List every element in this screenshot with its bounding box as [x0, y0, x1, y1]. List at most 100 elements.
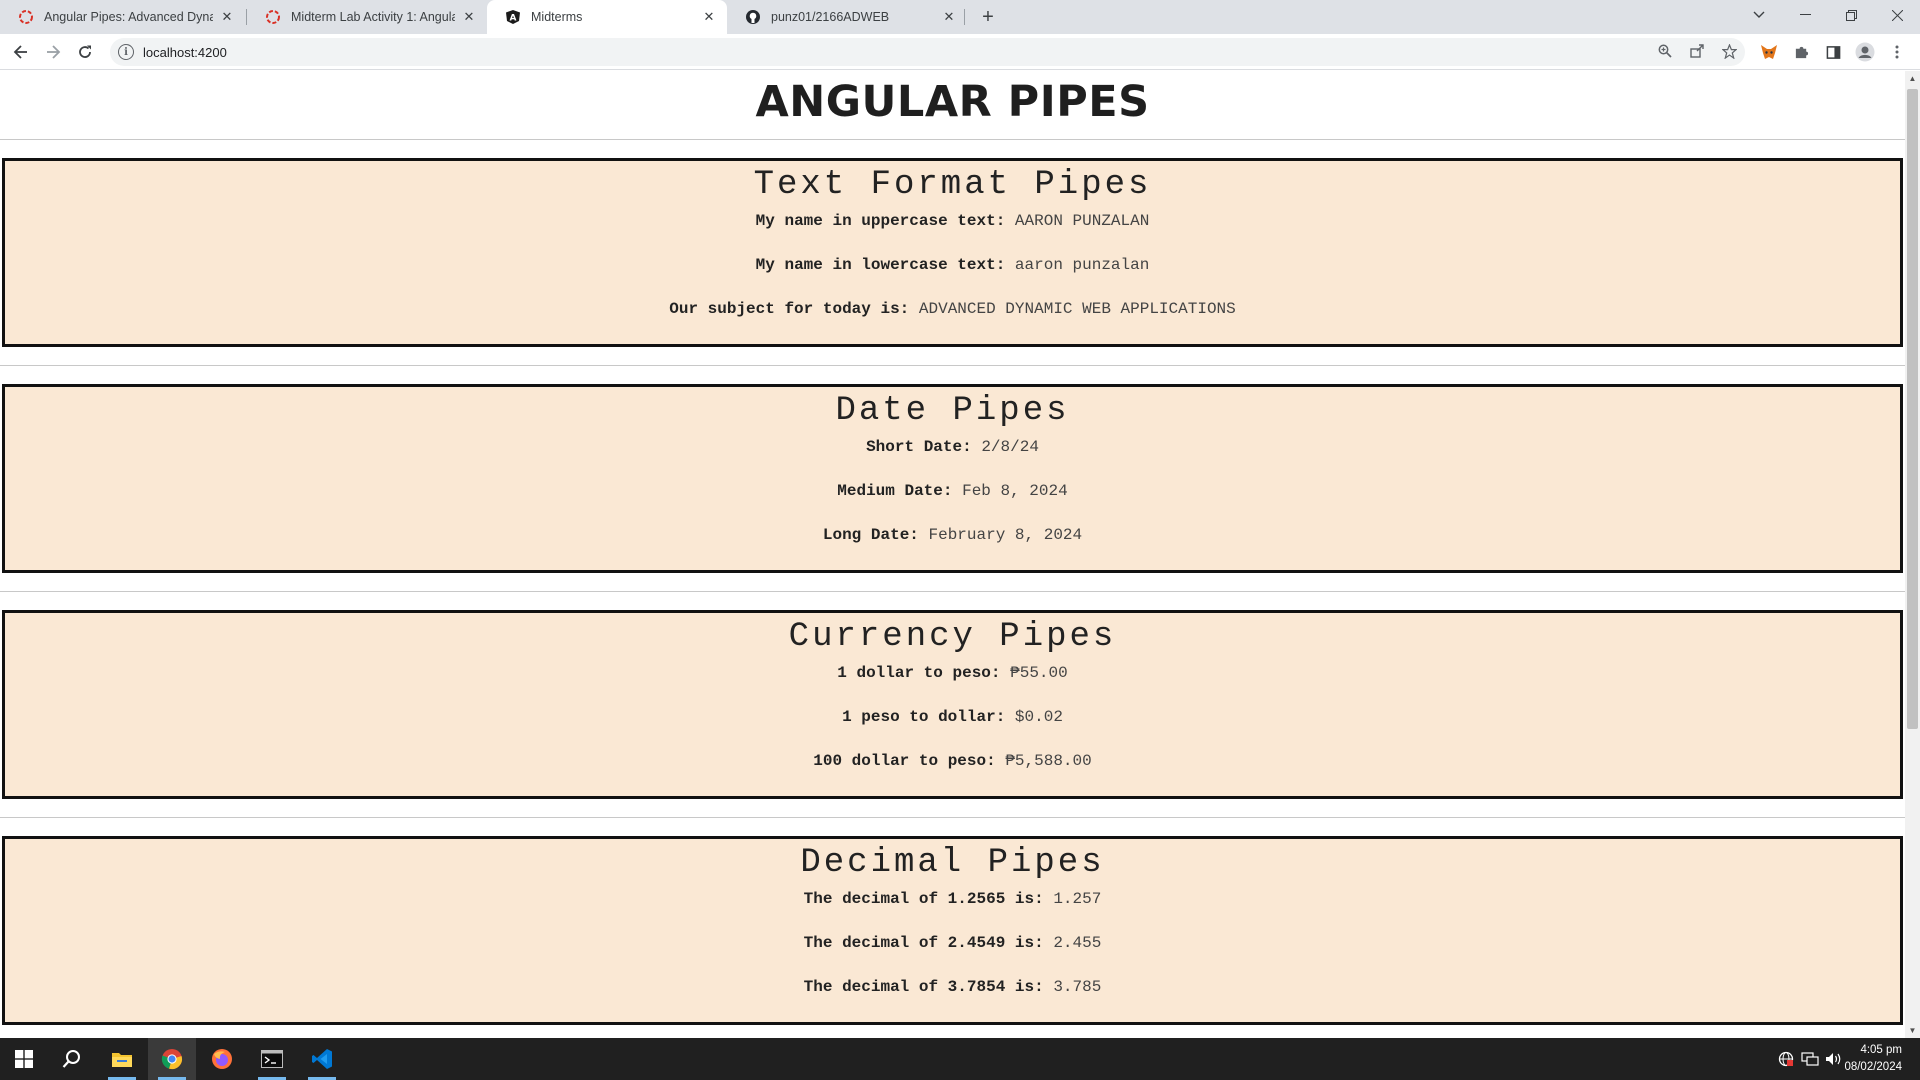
- row-value: Feb 8, 2024: [962, 482, 1068, 500]
- angular-red-icon: [18, 9, 34, 25]
- search-icon[interactable]: [48, 1038, 96, 1080]
- side-panel-icon[interactable]: [1820, 39, 1846, 65]
- system-tray: [1774, 1038, 1846, 1080]
- tab-angular-pipes[interactable]: Angular Pipes: Advanced Dynami ✕: [0, 0, 245, 34]
- scroll-up-arrow-icon[interactable]: ▲: [1905, 71, 1920, 86]
- taskbar: 4:05 pm 08/02/2024: [0, 1038, 1920, 1080]
- close-window-button[interactable]: [1874, 0, 1920, 30]
- pipe-row: The decimal of 1.2565 is: 1.257: [5, 885, 1900, 929]
- svg-text:A: A: [510, 14, 517, 24]
- row-value: ₱5,588.00: [1005, 752, 1092, 770]
- section-decimal-pipes: Decimal Pipes The decimal of 1.2565 is: …: [2, 836, 1903, 1025]
- row-value: ₱55.00: [1010, 664, 1068, 682]
- close-icon[interactable]: ✕: [461, 9, 477, 25]
- tab-github[interactable]: punz01/2166ADWEB ✕: [727, 0, 967, 34]
- reload-button[interactable]: [72, 39, 98, 65]
- section-heading: Currency Pipes: [788, 618, 1117, 656]
- tab-title: Midterms: [531, 10, 583, 24]
- row-value: ADVANCED DYNAMIC WEB APPLICATIONS: [918, 300, 1236, 318]
- pipe-row: Our subject for today is: ADVANCED DYNAM…: [5, 295, 1900, 339]
- tab-strip: Angular Pipes: Advanced Dynami ✕ Midterm…: [0, 0, 1920, 34]
- section-currency-pipes: Currency Pipes 1 dollar to peso: ₱55.00 …: [2, 610, 1903, 799]
- bookmark-star-icon[interactable]: [1718, 40, 1740, 62]
- minimize-button[interactable]: [1782, 0, 1828, 30]
- tab-divider: [964, 9, 965, 25]
- file-explorer-icon[interactable]: [98, 1038, 146, 1080]
- extensions-puzzle-icon[interactable]: [1788, 39, 1814, 65]
- tab-title: punz01/2166ADWEB: [771, 10, 890, 24]
- tab-midterms[interactable]: A Midterms ✕: [487, 0, 727, 34]
- clock-date: 08/02/2024: [1844, 1061, 1902, 1073]
- pipe-row: The decimal of 2.4549 is: 2.455: [5, 929, 1900, 973]
- close-icon[interactable]: ✕: [219, 9, 235, 25]
- vscode-icon[interactable]: [298, 1038, 346, 1080]
- row-label: The decimal of 2.4549 is:: [803, 934, 1044, 952]
- taskbar-clock[interactable]: 4:05 pm 08/02/2024: [1844, 1042, 1902, 1076]
- row-label: Long Date:: [822, 526, 919, 544]
- language-shield-icon[interactable]: [1774, 1051, 1798, 1067]
- pipe-row: Medium Date: Feb 8, 2024: [5, 477, 1900, 521]
- row-value: $0.02: [1014, 708, 1063, 726]
- row-value: aaron punzalan: [1014, 256, 1150, 274]
- info-icon[interactable]: i: [118, 44, 134, 60]
- address-bar[interactable]: i localhost:4200: [110, 38, 1745, 66]
- network-icon[interactable]: [1798, 1052, 1822, 1066]
- tab-midterm-lab[interactable]: Midterm Lab Activity 1: Angular P ✕: [247, 0, 487, 34]
- close-icon[interactable]: ✕: [941, 9, 957, 25]
- angular-red-icon: [265, 9, 281, 25]
- metamask-extension-icon[interactable]: [1756, 39, 1782, 65]
- page-title: ANGULAR PIPES: [755, 77, 1150, 127]
- pipe-row: My name in uppercase text: AARON PUNZALA…: [5, 207, 1900, 251]
- tab-title: Angular Pipes: Advanced Dynami: [44, 10, 213, 24]
- row-label: My name in lowercase text:: [755, 256, 1006, 274]
- terminal-icon[interactable]: [248, 1038, 296, 1080]
- pipe-row: Long Date: February 8, 2024: [5, 521, 1900, 565]
- row-label: Medium Date:: [837, 482, 953, 500]
- row-label: The decimal of 3.7854 is:: [803, 978, 1044, 996]
- chrome-icon[interactable]: [148, 1038, 196, 1080]
- restore-button[interactable]: [1828, 0, 1874, 30]
- firefox-icon[interactable]: [198, 1038, 246, 1080]
- row-label: 100 dollar to peso:: [813, 752, 996, 770]
- row-label: The decimal of 1.2565 is:: [803, 890, 1044, 908]
- share-icon[interactable]: [1686, 40, 1708, 62]
- pipe-row: My name in lowercase text: aaron punzala…: [5, 251, 1900, 295]
- scroll-down-arrow-icon[interactable]: ▼: [1905, 1023, 1920, 1038]
- section-heading: Decimal Pipes: [800, 844, 1105, 882]
- row-value: 2.455: [1053, 934, 1102, 952]
- scrollbar-thumb[interactable]: [1907, 89, 1918, 729]
- github-icon: [745, 9, 761, 25]
- page-viewport: ANGULAR PIPES Text Format Pipes My name …: [0, 71, 1905, 1038]
- pipe-row: The decimal of 3.7854 is: 3.785: [5, 973, 1900, 1017]
- windows-start-icon[interactable]: [0, 1038, 48, 1080]
- angular-black-icon: A: [505, 9, 521, 25]
- back-button[interactable]: [8, 39, 34, 65]
- vertical-scrollbar[interactable]: ▲ ▼: [1905, 71, 1920, 1038]
- pipe-row: 1 dollar to peso: ₱55.00: [5, 659, 1900, 703]
- row-value: 2/8/24: [981, 438, 1039, 456]
- row-label: Short Date:: [866, 438, 972, 456]
- tab-search-icon[interactable]: [1736, 0, 1782, 30]
- pipe-row: 100 dollar to peso: ₱5,588.00: [5, 747, 1900, 791]
- profile-avatar-icon[interactable]: [1852, 39, 1878, 65]
- row-label: 1 peso to dollar:: [842, 708, 1006, 726]
- menu-kebab-icon[interactable]: [1884, 39, 1910, 65]
- forward-button[interactable]: [40, 39, 66, 65]
- row-label: Our subject for today is:: [669, 300, 910, 318]
- volume-icon[interactable]: [1822, 1052, 1846, 1066]
- pipe-row: 1 peso to dollar: $0.02: [5, 703, 1900, 747]
- new-tab-button[interactable]: +: [976, 5, 1000, 29]
- section-date-pipes: Date Pipes Short Date: 2/8/24 Medium Dat…: [2, 384, 1903, 573]
- browser-toolbar: i localhost:4200: [0, 34, 1920, 70]
- row-label: 1 dollar to peso:: [837, 664, 1001, 682]
- tab-title: Midterm Lab Activity 1: Angular P: [291, 10, 455, 24]
- zoom-icon[interactable]: [1654, 40, 1676, 62]
- row-value: AARON PUNZALAN: [1014, 212, 1150, 230]
- close-icon[interactable]: ✕: [701, 9, 717, 25]
- clock-time: 4:05 pm: [1860, 1044, 1902, 1056]
- pipe-row: Short Date: 2/8/24: [5, 433, 1900, 477]
- row-value: 3.785: [1053, 978, 1102, 996]
- section-heading: Date Pipes: [835, 392, 1070, 430]
- section-text-format-pipes: Text Format Pipes My name in uppercase t…: [2, 158, 1903, 347]
- row-value: 1.257: [1053, 890, 1102, 908]
